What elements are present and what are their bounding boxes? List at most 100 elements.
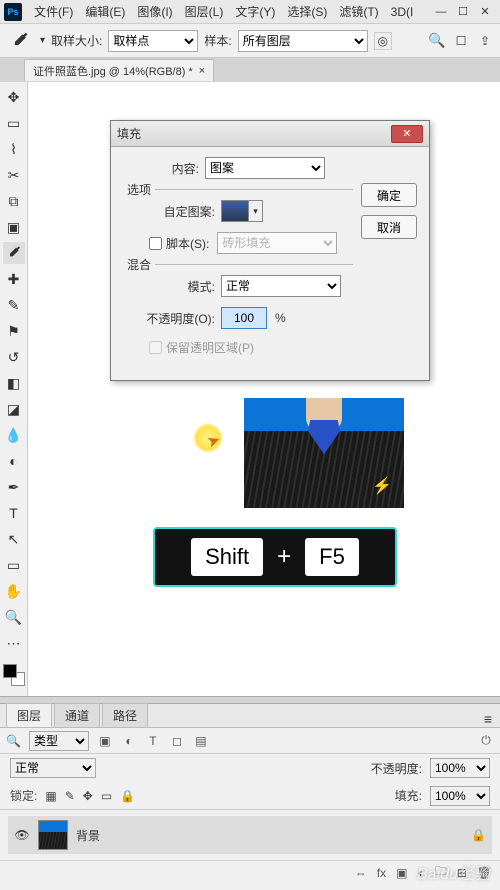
menu-3d[interactable]: 3D(I	[385, 5, 420, 19]
crop-tool-icon[interactable]: ⧉	[3, 190, 25, 212]
menu-image[interactable]: 图像(I)	[131, 3, 178, 20]
layer-thumbnail[interactable]	[38, 820, 68, 850]
options-bar: ▾ 取样大小: 取样点 样本: 所有图层 ◎ 🔍 ☐ ⇪	[0, 24, 500, 58]
layer-opacity-label: 不透明度:	[371, 760, 422, 777]
dialog-close-button[interactable]: ✕	[391, 125, 423, 143]
tab-channels[interactable]: 通道	[54, 703, 100, 727]
fill-dialog: 填充 ✕ 确定 取消 内容: 图案 选项 自定图案: ▾	[110, 120, 430, 381]
lock-transparent-icon[interactable]: ▦	[45, 789, 56, 803]
content-label: 内容:	[123, 160, 199, 177]
lock-position-icon[interactable]: ✥	[83, 789, 93, 803]
show-sampling-ring-icon[interactable]: ◎	[374, 32, 392, 50]
blur-tool-icon[interactable]: 💧	[3, 424, 25, 446]
custom-pattern-label: 自定图案:	[123, 203, 215, 220]
layer-fill-select[interactable]: 100%	[430, 786, 490, 806]
hotkey-key-2: F5	[305, 538, 359, 576]
dodge-tool-icon[interactable]: ◐	[3, 450, 25, 472]
eyedropper-tool-icon[interactable]	[6, 29, 34, 53]
close-tab-icon[interactable]: ×	[199, 65, 205, 77]
hotkey-annotation: Shift + F5	[153, 527, 397, 587]
menu-type[interactable]: 文字(Y)	[229, 3, 281, 20]
pattern-thumbnail[interactable]	[221, 200, 249, 222]
script-checkbox[interactable]	[149, 237, 162, 250]
color-swatches[interactable]	[3, 664, 25, 686]
layer-style-icon[interactable]: fx	[377, 866, 386, 880]
filter-pixel-icon[interactable]: ▣	[97, 733, 113, 749]
quick-select-tool-icon[interactable]: ✂	[3, 164, 25, 186]
lock-all-icon[interactable]: 🔒	[120, 789, 135, 803]
hand-tool-icon[interactable]: ✋	[3, 580, 25, 602]
workspace-icon[interactable]: ☐	[452, 32, 470, 50]
content-select[interactable]: 图案	[205, 157, 325, 179]
eraser-tool-icon[interactable]: ◧	[3, 372, 25, 394]
eyedropper-tool-icon[interactable]	[3, 242, 25, 264]
pen-tool-icon[interactable]: ✒	[3, 476, 25, 498]
path-select-tool-icon[interactable]: ↖	[3, 528, 25, 550]
search-icon[interactable]: 🔍	[428, 32, 446, 50]
filter-type-select[interactable]: 类型	[29, 731, 89, 751]
panel-menu-icon[interactable]: ≡	[476, 711, 500, 727]
blend-opacity-row: 正常 不透明度: 100%	[0, 754, 500, 782]
link-layers-icon[interactable]: ⇔	[355, 866, 367, 880]
share-icon[interactable]: ⇪	[476, 32, 494, 50]
script-select: 砖形填充	[217, 232, 337, 254]
script-label: 脚本(S):	[166, 235, 209, 252]
visibility-toggle-icon[interactable]: 👁	[14, 828, 30, 842]
layer-item[interactable]: 👁 背景 🔒	[8, 816, 492, 854]
frame-tool-icon[interactable]: ▣	[3, 216, 25, 238]
type-tool-icon[interactable]: T	[3, 502, 25, 524]
opacity-input[interactable]	[221, 307, 267, 329]
preserve-transparency-checkbox	[149, 341, 162, 354]
window-minimize[interactable]: —	[430, 3, 452, 21]
window-close[interactable]: ✕	[474, 3, 496, 21]
brush-tool-icon[interactable]: ✎	[3, 294, 25, 316]
edit-toolbar-icon[interactable]: ⋯	[3, 632, 25, 654]
sample-layers-select[interactable]: 所有图层	[238, 30, 368, 52]
hotkey-key-1: Shift	[191, 538, 263, 576]
document-tab-title: 证件照蓝色.jpg @ 14%(RGB/8) *	[33, 63, 193, 79]
blend-legend: 混合	[123, 256, 155, 273]
canvas[interactable]: ⚡ 填充 ✕ 确定 取消 内容: 图案 选项 自定图案	[28, 82, 500, 696]
history-brush-tool-icon[interactable]: ↺	[3, 346, 25, 368]
filter-type-icon[interactable]: T	[145, 733, 161, 749]
sample-size-select[interactable]: 取样点	[108, 30, 198, 52]
healing-brush-tool-icon[interactable]: ✚	[3, 268, 25, 290]
mode-label: 模式:	[123, 278, 215, 295]
ok-button[interactable]: 确定	[361, 183, 417, 207]
foreground-color-swatch[interactable]	[3, 664, 17, 678]
options-fieldset: 选项 自定图案: ▾ 脚本(S): 砖形填充	[123, 189, 353, 254]
cancel-button[interactable]: 取消	[361, 215, 417, 239]
tab-paths[interactable]: 路径	[102, 703, 148, 727]
gradient-tool-icon[interactable]: ◪	[3, 398, 25, 420]
document-image: ⚡	[244, 398, 404, 508]
marquee-tool-icon[interactable]: ▭	[3, 112, 25, 134]
lock-image-icon[interactable]: ✎	[65, 789, 75, 803]
document-tab[interactable]: 证件照蓝色.jpg @ 14%(RGB/8) * ×	[24, 59, 214, 81]
layer-mask-icon[interactable]: ▣	[396, 866, 407, 880]
dialog-titlebar[interactable]: 填充 ✕	[111, 121, 429, 147]
toolbox: ✥ ▭ ⌇ ✂ ⧉ ▣ ✚ ✎ ⚑ ↺ ◧ ◪ 💧 ◐ ✒ T ↖ ▭ ✋ 🔍 …	[0, 82, 28, 696]
filter-smart-icon[interactable]: ▤	[193, 733, 209, 749]
filter-toggle-icon[interactable]: ⏻	[478, 733, 494, 749]
menu-select[interactable]: 选择(S)	[281, 3, 333, 20]
shape-tool-icon[interactable]: ▭	[3, 554, 25, 576]
window-restore[interactable]: ☐	[452, 3, 474, 21]
lasso-tool-icon[interactable]: ⌇	[3, 138, 25, 160]
menu-file[interactable]: 文件(F)	[28, 3, 79, 20]
move-tool-icon[interactable]: ✥	[3, 86, 25, 108]
opacity-label: 不透明度(O):	[123, 310, 215, 327]
zoom-tool-icon[interactable]: 🔍	[3, 606, 25, 628]
dialog-title: 填充	[117, 125, 391, 142]
menu-edit[interactable]: 编辑(E)	[79, 3, 131, 20]
menu-filter[interactable]: 滤镜(T)	[333, 3, 384, 20]
filter-adjustment-icon[interactable]: ◐	[121, 733, 137, 749]
layer-blend-mode-select[interactable]: 正常	[10, 758, 96, 778]
clone-stamp-tool-icon[interactable]: ⚑	[3, 320, 25, 342]
lock-artboard-icon[interactable]: ▭	[101, 789, 112, 803]
tab-layers[interactable]: 图层	[6, 703, 52, 727]
layer-opacity-select[interactable]: 100%	[430, 758, 490, 778]
blend-mode-select[interactable]: 正常	[221, 275, 341, 297]
pattern-picker-arrow[interactable]: ▾	[249, 200, 263, 222]
filter-shape-icon[interactable]: ◻	[169, 733, 185, 749]
menu-layer[interactable]: 图层(L)	[179, 3, 230, 20]
